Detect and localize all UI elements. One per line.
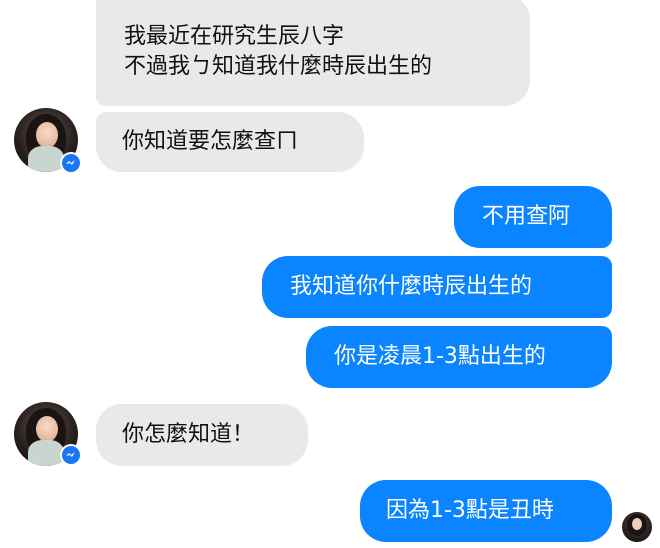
incoming-message-bubble[interactable]: 你怎麼知道！ [96, 404, 308, 466]
message-line: 不過我ㄅ知道我什麼時辰出生的 [124, 54, 433, 79]
outgoing-message-bubble[interactable]: 不用查阿 [454, 186, 612, 248]
read-receipt-avatar-icon [622, 512, 652, 542]
incoming-message-bubble[interactable]: 你知道要怎麼查ㄇ [96, 112, 364, 172]
messenger-badge-icon [60, 152, 82, 174]
outgoing-message-bubble[interactable]: 你是凌晨1-3點出生的 [306, 326, 612, 388]
message-line: 你是凌晨1-3點出生的 [334, 344, 546, 369]
message-thread: 我最近在研究生辰八字 不過我ㄅ知道我什麼時辰出生的 你知道要怎麼查ㄇ 不用查阿 … [0, 0, 660, 548]
outgoing-message-bubble[interactable]: 我知道你什麼時辰出生的 [262, 256, 612, 318]
message-line: 因為1-3點是丑時 [386, 498, 554, 523]
incoming-message-bubble[interactable]: 我最近在研究生辰八字 不過我ㄅ知道我什麼時辰出生的 [96, 0, 530, 106]
messenger-badge-icon [60, 444, 82, 466]
message-line: 不用查阿 [482, 204, 571, 229]
message-line: 你知道要怎麼查ㄇ [122, 129, 299, 154]
outgoing-message-bubble[interactable]: 因為1-3點是丑時 [360, 480, 612, 542]
message-line: 我知道你什麼時辰出生的 [290, 274, 533, 299]
message-line: 你怎麼知道！ [122, 422, 255, 447]
message-line: 我最近在研究生辰八字 [124, 24, 345, 49]
